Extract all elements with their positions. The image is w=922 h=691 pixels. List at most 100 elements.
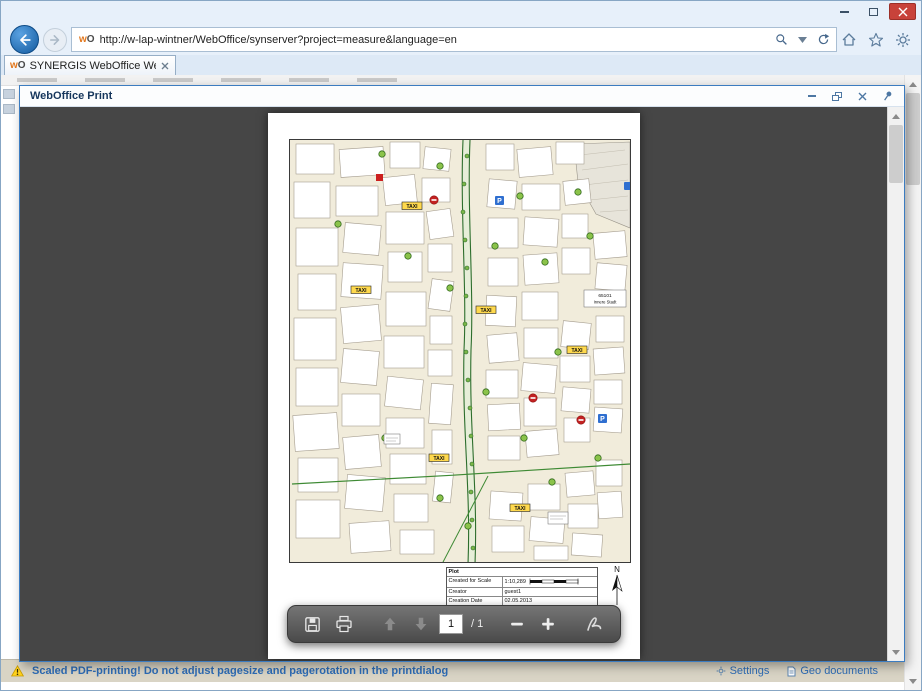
- svg-text:TAXI: TAXI: [355, 288, 367, 294]
- refresh-icon[interactable]: [813, 29, 834, 50]
- plot-info-table: Plot Created for Scale 1:10,289: [446, 567, 598, 606]
- svg-text:P: P: [600, 416, 605, 423]
- plus-icon: [539, 615, 557, 633]
- creator-label: Creator: [447, 588, 503, 596]
- svg-text:Innere Stadt: Innere Stadt: [593, 300, 617, 305]
- forward-arrow-icon: [48, 33, 62, 47]
- save-icon: [303, 615, 322, 634]
- home-icon[interactable]: [839, 30, 859, 50]
- window-titlebar: [1, 1, 921, 23]
- settings-link-icon: [716, 666, 726, 676]
- forward-button[interactable]: [43, 28, 67, 52]
- pdf-toolbar: / 1: [287, 605, 621, 643]
- tab-bar: wO SYNERGIS WebOffice Web...: [1, 55, 921, 75]
- minus-icon: [508, 615, 526, 633]
- svg-text:TAXI: TAXI: [433, 456, 445, 462]
- dialog-restore-icon: [832, 92, 842, 101]
- url-text[interactable]: http://w-lap-wintner/WebOffice/synserver…: [100, 34, 771, 46]
- dialog-minimize-icon: [808, 95, 816, 97]
- scroll-up-icon: [892, 114, 900, 119]
- document-icon: [787, 666, 796, 677]
- pin-icon: [882, 90, 893, 102]
- address-bar[interactable]: wO http://w-lap-wintner/WebOffice/synser…: [71, 27, 837, 52]
- weboffice-print-dialog: WebOffice Print: [19, 85, 905, 662]
- dialog-close-icon: [858, 92, 867, 101]
- map-image: P P TAXI TAXI TAXI TAXI TAXI TAX: [289, 139, 631, 563]
- back-arrow-icon: [17, 32, 33, 48]
- tab-close-icon: [161, 62, 169, 70]
- pdf-viewer: P P TAXI TAXI TAXI TAXI TAXI TAX: [20, 107, 887, 661]
- print-button[interactable]: [331, 611, 356, 637]
- page-scrollbar[interactable]: [904, 75, 921, 690]
- pdf-page: P P TAXI TAXI TAXI TAXI TAXI TAX: [268, 113, 640, 659]
- autocomplete-dropdown-icon[interactable]: [792, 29, 813, 50]
- scale-label: Created for Scale: [447, 577, 503, 587]
- print-icon: [334, 614, 354, 634]
- page-total-label: / 1: [471, 618, 483, 630]
- dialog-restore-button[interactable]: [830, 90, 844, 102]
- geo-documents-link[interactable]: Geo documents: [787, 665, 878, 677]
- warning-icon: [11, 665, 24, 677]
- scale-value: 1:10,289: [505, 579, 526, 585]
- svg-text:TAXI: TAXI: [480, 308, 492, 314]
- dialog-close-button[interactable]: [855, 90, 869, 102]
- tab-close-button[interactable]: [160, 62, 170, 70]
- creation-date-label: Creation Date: [447, 597, 503, 605]
- status-bar: Scaled PDF-printing! Do not adjust pages…: [1, 659, 904, 682]
- svg-text:TAXI: TAXI: [406, 204, 418, 210]
- dialog-pin-button[interactable]: [880, 90, 894, 102]
- save-button[interactable]: [301, 611, 326, 637]
- scroll-down-icon: [892, 650, 900, 655]
- scale-bar: [529, 578, 583, 586]
- background-sidebar: [3, 89, 17, 119]
- svg-text:65101: 65101: [598, 293, 612, 299]
- minimize-icon: [840, 11, 849, 13]
- arrow-down-icon: [412, 615, 430, 633]
- map-district-label: 65101 Innere Stadt: [584, 290, 626, 307]
- page-scroll-thumb[interactable]: [906, 93, 920, 185]
- browser-window: wO http://w-lap-wintner/WebOffice/synser…: [0, 0, 922, 691]
- dialog-minimize-button[interactable]: [805, 90, 819, 102]
- dialog-titlebar[interactable]: WebOffice Print: [20, 86, 904, 107]
- window-minimize-button[interactable]: [831, 3, 858, 20]
- close-icon: [898, 7, 908, 17]
- svg-text:TAXI: TAXI: [571, 348, 583, 354]
- weboffice-favicon: wO: [74, 34, 100, 45]
- page-scroll-up-button[interactable]: [905, 76, 921, 92]
- window-close-button[interactable]: [889, 3, 916, 20]
- page-scroll-down-button[interactable]: [905, 673, 921, 689]
- settings-gear-icon[interactable]: [893, 30, 913, 50]
- tab-favicon: wO: [10, 60, 26, 71]
- dialog-title: WebOffice Print: [30, 90, 112, 102]
- tab-weboffice[interactable]: wO SYNERGIS WebOffice Web...: [4, 55, 176, 75]
- viewer-scroll-up-button[interactable]: [888, 108, 904, 124]
- arrow-up-icon: [381, 615, 399, 633]
- scroll-up-icon: [909, 82, 917, 87]
- next-page-button[interactable]: [408, 611, 433, 637]
- viewer-scroll-thumb[interactable]: [889, 125, 903, 183]
- creator-value: guest1: [505, 589, 522, 595]
- plot-title: Plot: [447, 568, 461, 576]
- svg-text:TAXI: TAXI: [514, 506, 526, 512]
- previous-page-button[interactable]: [378, 611, 403, 637]
- zoom-in-button[interactable]: [536, 611, 561, 637]
- tab-title: SYNERGIS WebOffice Web...: [30, 60, 156, 72]
- print-warning-text: Scaled PDF-printing! Do not adjust pages…: [32, 665, 708, 677]
- svg-text:N: N: [614, 565, 620, 574]
- adobe-acrobat-icon: [584, 614, 604, 634]
- viewer-scrollbar[interactable]: [887, 107, 904, 661]
- maximize-icon: [869, 8, 878, 16]
- zoom-out-button[interactable]: [505, 611, 530, 637]
- favorites-star-icon[interactable]: [866, 30, 886, 50]
- scroll-down-icon: [909, 679, 917, 684]
- settings-link[interactable]: Settings: [716, 665, 770, 677]
- page-number-input[interactable]: [439, 614, 463, 634]
- svg-text:P: P: [497, 198, 502, 205]
- creation-date-value: 02.05.2013: [505, 598, 533, 604]
- viewer-scroll-down-button[interactable]: [888, 644, 904, 660]
- navigation-bar: wO http://w-lap-wintner/WebOffice/synser…: [1, 23, 921, 55]
- search-icon[interactable]: [771, 29, 792, 50]
- back-button[interactable]: [10, 25, 39, 54]
- open-in-acrobat-button[interactable]: [582, 611, 607, 637]
- window-maximize-button[interactable]: [860, 3, 887, 20]
